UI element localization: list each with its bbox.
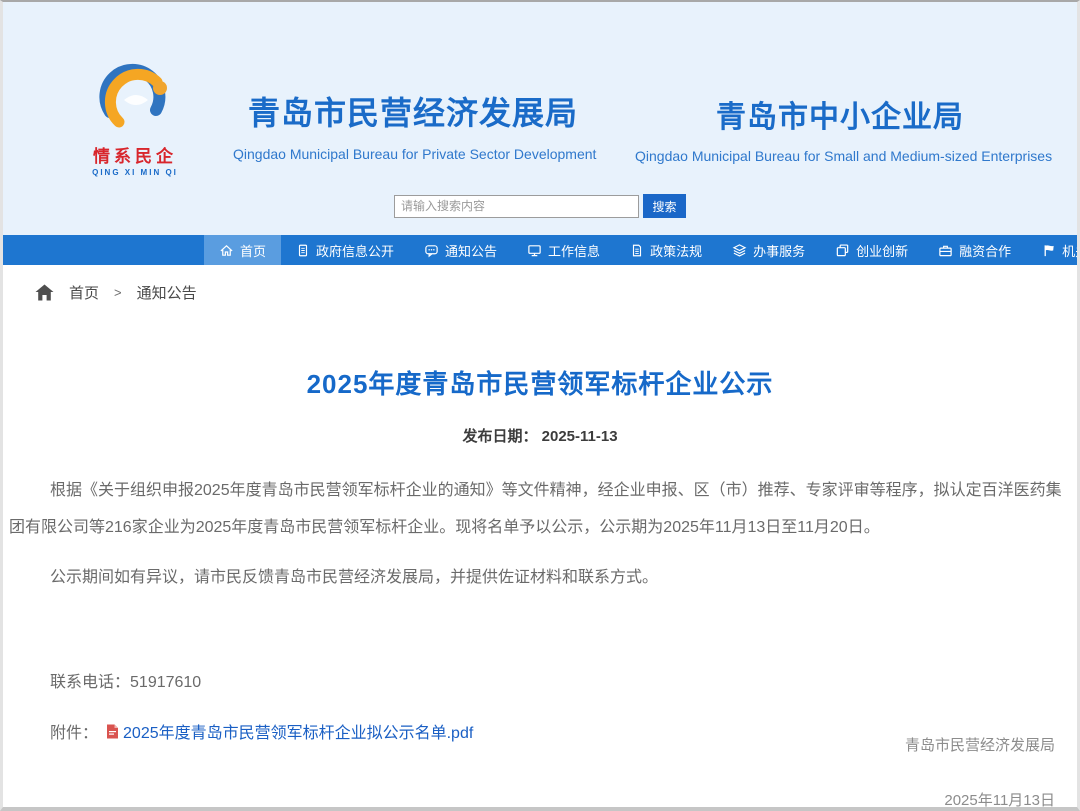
layers-icon bbox=[732, 243, 747, 258]
org2-title: 青岛市中小企业局 bbox=[635, 92, 1045, 136]
search-button[interactable]: 搜索 bbox=[643, 194, 686, 218]
breadcrumb-home[interactable]: 首页 bbox=[69, 282, 99, 303]
nav-item-1[interactable]: 首页 bbox=[204, 235, 281, 265]
article-paragraph-1: 根据《关于组织申报2025年度青岛市民营领军标杆企业的通知》等文件精神，经企业申… bbox=[9, 472, 1071, 546]
nav-item-label: 首页 bbox=[240, 241, 266, 260]
contact-label: 联系电话： bbox=[50, 674, 130, 691]
nav-item-5[interactable]: 政策法规 bbox=[615, 235, 717, 265]
nav-item-label: 通知公告 bbox=[445, 241, 497, 260]
nav-item-2[interactable]: 政府信息公开 bbox=[281, 235, 409, 265]
org2-subtitle: Qingdao Municipal Bureau for Small and M… bbox=[635, 148, 1045, 164]
org-block-private-sector: 青岛市民营经济发展局 Qingdao Municipal Bureau for … bbox=[233, 88, 593, 162]
breadcrumb-separator: > bbox=[114, 285, 122, 300]
article-title: 2025年度青岛市民营领军标杆企业公示 bbox=[9, 364, 1071, 401]
nav-item-label: 融资合作 bbox=[959, 241, 1011, 260]
footer-org-name: 青岛市民营经济发展局 bbox=[905, 734, 1055, 755]
publish-date-label: 发布日期： bbox=[462, 428, 537, 445]
org-block-sme: 青岛市中小企业局 Qingdao Municipal Bureau for Sm… bbox=[635, 92, 1045, 164]
nav-item-label: 办事服务 bbox=[753, 241, 805, 260]
nav-item-label: 创业创新 bbox=[856, 241, 908, 260]
article-paragraph-2: 公示期间如有异议，请市民反馈青岛市民营经济发展局，并提供佐证材料和联系方式。 bbox=[9, 559, 1071, 596]
attachment-label: 附件： bbox=[50, 719, 98, 743]
logo-swirl-icon bbox=[94, 60, 176, 140]
footer-date: 2025年11月13日 bbox=[905, 789, 1055, 810]
nav-item-label: 工作信息 bbox=[548, 241, 600, 260]
article-body: 根据《关于组织申报2025年度青岛市民营领军标杆企业的通知》等文件精神，经企业申… bbox=[9, 472, 1071, 596]
page: 情系民企 QING XI MIN QI 青岛市民营经济发展局 Qingdao M… bbox=[0, 0, 1080, 811]
home-icon[interactable] bbox=[35, 284, 54, 301]
breadcrumb: 首页 > 通知公告 bbox=[3, 265, 1077, 317]
home-icon bbox=[219, 243, 234, 258]
breadcrumb-current[interactable]: 通知公告 bbox=[137, 282, 197, 303]
contact-phone: 51917610 bbox=[130, 674, 201, 691]
search-bar: 搜索 bbox=[3, 194, 1077, 218]
nav-item-4[interactable]: 工作信息 bbox=[512, 235, 615, 265]
nav-item-3[interactable]: 通知公告 bbox=[409, 235, 512, 265]
monitor-icon bbox=[527, 243, 542, 258]
pdf-file-icon bbox=[106, 724, 119, 739]
logo-text-cn: 情系民企 bbox=[45, 142, 225, 167]
attachment-pdf-link[interactable]: 2025年度青岛市民营领军标杆企业拟公示名单.pdf bbox=[123, 719, 473, 743]
site-header: 情系民企 QING XI MIN QI 青岛市民营经济发展局 Qingdao M… bbox=[3, 2, 1077, 235]
squares-icon bbox=[835, 243, 850, 258]
contact-line: 联系电话：51917610 bbox=[9, 668, 1071, 692]
main-nav: 首页 政府信息公开 通知公告 工作信息 政策法规 办事服务 创业创新 融资合作 机关党建 bbox=[3, 235, 1077, 265]
speech-bubble-icon bbox=[424, 243, 439, 258]
briefcase-icon bbox=[938, 243, 953, 258]
nav-item-label: 政府信息公开 bbox=[316, 241, 394, 260]
party-flag-icon bbox=[1041, 243, 1056, 258]
article-footer: 青岛市民营经济发展局 2025年11月13日 bbox=[905, 734, 1055, 807]
logo-text-en: QING XI MIN QI bbox=[45, 168, 225, 177]
article: 2025年度青岛市民营领军标杆企业公示 发布日期： 2025-11-13 根据《… bbox=[3, 364, 1077, 743]
nav-item-label: 机关党建 bbox=[1062, 241, 1080, 260]
site-logo: 情系民企 QING XI MIN QI bbox=[45, 60, 225, 177]
nav-item-6[interactable]: 办事服务 bbox=[717, 235, 820, 265]
policy-doc-icon bbox=[630, 243, 644, 258]
nav-item-8[interactable]: 融资合作 bbox=[923, 235, 1026, 265]
org1-title: 青岛市民营经济发展局 bbox=[233, 88, 593, 134]
nav-item-9[interactable]: 机关党建 bbox=[1026, 235, 1080, 265]
nav-item-7[interactable]: 创业创新 bbox=[820, 235, 923, 265]
search-input[interactable] bbox=[394, 195, 639, 218]
nav-item-label: 政策法规 bbox=[650, 241, 702, 260]
document-icon bbox=[296, 243, 310, 258]
org1-subtitle: Qingdao Municipal Bureau for Private Sec… bbox=[233, 146, 593, 162]
article-publish-date: 发布日期： 2025-11-13 bbox=[9, 425, 1071, 446]
publish-date-value: 2025-11-13 bbox=[542, 428, 618, 445]
